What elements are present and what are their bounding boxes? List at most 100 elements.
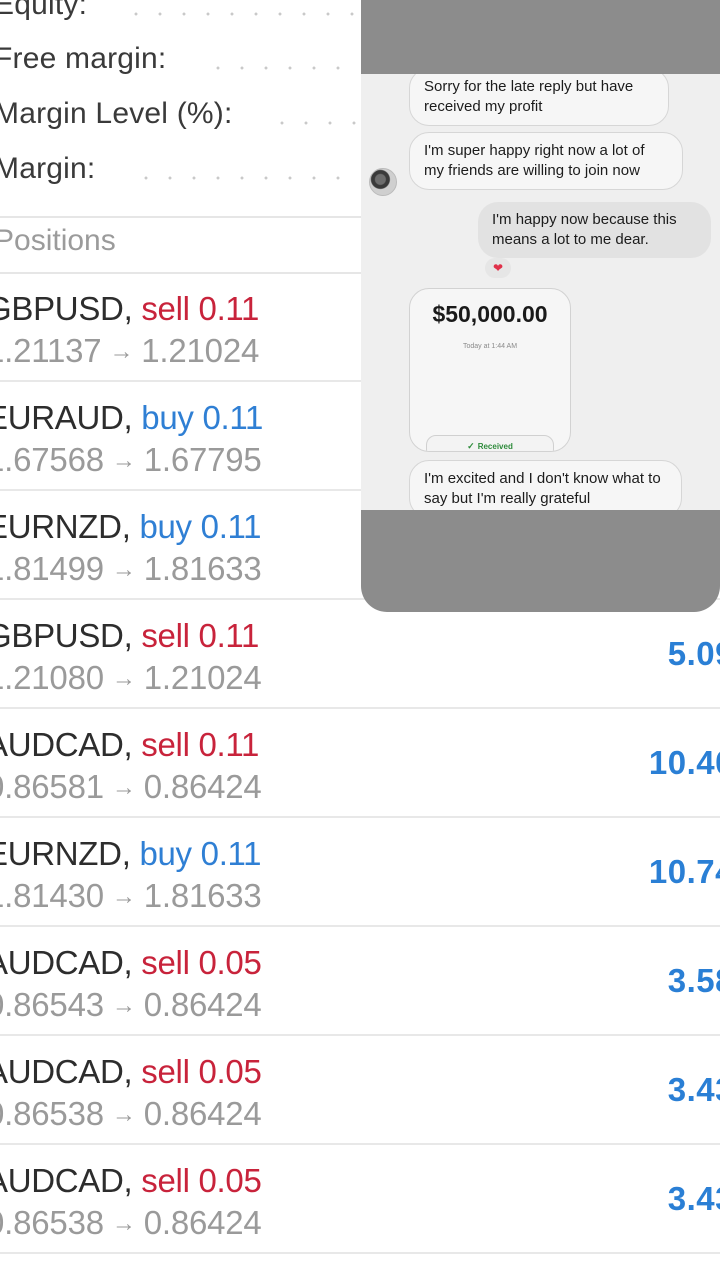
chat-conversation: Sorry for the late reply but have receiv… (361, 74, 720, 510)
open-price: 1.67568 (0, 441, 104, 478)
position-profit: 5.09 (667, 635, 720, 672)
position-row[interactable]: AUDCAD, sell 0.11 0.86581 → 0.86424 10.40 (0, 710, 720, 818)
position-prices: 0.86581 → 0.86424 (0, 768, 262, 806)
open-price: 1.21080 (0, 659, 104, 696)
position-prices: 1.81430 → 1.81633 (0, 877, 262, 915)
position-side: sell (141, 1053, 190, 1090)
check-icon: ✓ (467, 441, 475, 451)
position-volume: 0.05 (198, 1053, 262, 1090)
equity-row: Equity: (0, 0, 354, 28)
position-symbol: AUDCAD, (0, 1162, 133, 1199)
current-price: 1.81633 (143, 550, 262, 587)
free-margin-row: Free margin: (0, 42, 356, 82)
position-title: EURNZD, buy 0.11 (0, 508, 262, 546)
current-price: 1.81633 (143, 877, 262, 914)
position-title: EURAUD, buy 0.11 (0, 399, 263, 437)
payment-time: Today at 1:44 AM (462, 343, 518, 350)
position-volume: 0.11 (200, 835, 262, 872)
position-volume: 0.11 (202, 399, 264, 436)
positions-header: Positions (0, 224, 116, 257)
position-title: AUDCAD, sell 0.05 (0, 944, 262, 982)
open-price: 0.86538 (0, 1204, 104, 1241)
heart-reaction-icon: ❤ (485, 258, 511, 278)
position-title: EURNZD, buy 0.11 (0, 835, 262, 873)
open-price: 0.86543 (0, 986, 104, 1023)
current-price: 0.86424 (143, 1095, 262, 1132)
position-prices: 1.21137 → 1.21024 (0, 332, 259, 370)
position-title: AUDCAD, sell 0.05 (0, 1053, 262, 1091)
position-row[interactable]: AUDCAD, sell 0.05 0.86538 → 0.86424 3.43 (0, 1146, 720, 1254)
position-symbol: EURAUD, (0, 399, 133, 436)
position-prices: 1.81499 → 1.81633 (0, 550, 262, 588)
chat-screenshot-overlay: Sorry for the late reply but have receiv… (361, 0, 720, 612)
arrow-right-icon: → (111, 447, 136, 474)
free-margin-dots (206, 66, 356, 70)
arrow-right-icon: → (111, 556, 136, 583)
arrow-right-icon: → (111, 992, 136, 1019)
current-price: 0.86424 (143, 768, 262, 805)
payment-status: ✓ Received (426, 435, 554, 451)
position-row[interactable]: GBPUSD, sell 0.11 1.21080 → 1.21024 5.09 (0, 601, 720, 709)
equity-dots (124, 12, 354, 16)
position-side: sell (141, 1162, 190, 1199)
payment-card: $50,000.00 Today at 1:44 AM ✓ Received (409, 288, 571, 452)
position-prices: 0.86538 → 0.86424 (0, 1204, 262, 1242)
free-margin-label: Free margin: (0, 42, 167, 75)
current-price: 1.21024 (143, 659, 262, 696)
position-row[interactable]: AUDCAD, sell 0.05 0.86543 → 0.86424 3.58 (0, 928, 720, 1036)
arrow-right-icon: → (111, 1210, 136, 1237)
position-row[interactable]: EURNZD, buy 0.11 1.81430 → 1.81633 10.74 (0, 819, 720, 927)
margin-row: Margin: (0, 152, 356, 192)
position-volume: 0.05 (198, 944, 262, 981)
position-profit: 3.58 (667, 962, 720, 999)
arrow-right-icon: → (109, 338, 134, 365)
payment-status-label: Received (477, 442, 513, 451)
sender-avatar (369, 168, 397, 196)
margin-label: Margin: (0, 152, 96, 185)
payment-amount: $50,000.00 (432, 301, 548, 327)
arrow-right-icon: → (111, 774, 136, 801)
position-row[interactable]: AUDCAD, sell 0.05 0.86538 → 0.86424 3.43 (0, 1037, 720, 1145)
position-side: sell (141, 290, 190, 327)
current-price: 0.86424 (143, 1204, 262, 1241)
arrow-right-icon: → (111, 1101, 136, 1128)
margin-dots (134, 176, 356, 180)
position-title: GBPUSD, sell 0.11 (0, 617, 259, 655)
message-text: I'm excited and I don't know what to say… (424, 470, 661, 507)
position-side: sell (141, 944, 190, 981)
margin-level-row: Margin Level (%): (0, 97, 356, 137)
message-text: Sorry for the late reply but have receiv… (424, 78, 634, 115)
open-price: 0.86581 (0, 768, 104, 805)
position-profit: 10.74 (648, 853, 720, 890)
open-price: 1.81430 (0, 877, 104, 914)
position-symbol: AUDCAD, (0, 1053, 133, 1090)
position-title: AUDCAD, sell 0.11 (0, 726, 259, 764)
position-profit: 10.40 (648, 744, 720, 781)
position-side: sell (141, 726, 190, 763)
position-prices: 1.67568 → 1.67795 (0, 441, 262, 479)
position-symbol: GBPUSD, (0, 290, 133, 327)
position-volume: 0.11 (198, 726, 260, 763)
position-profit: 3.43 (667, 1180, 720, 1217)
current-price: 0.86424 (143, 986, 262, 1023)
arrow-right-icon: → (111, 665, 136, 692)
position-side: buy (139, 835, 192, 872)
current-price: 1.21024 (141, 332, 260, 369)
position-prices: 0.86538 → 0.86424 (0, 1095, 262, 1133)
position-profit: 3.43 (667, 1071, 720, 1108)
position-side: buy (141, 399, 194, 436)
open-price: 0.86538 (0, 1095, 104, 1132)
message-text: I'm super happy right now a lot of my fr… (424, 142, 645, 179)
current-price: 1.67795 (143, 441, 262, 478)
position-symbol: EURNZD, (0, 835, 131, 872)
incoming-message: Sorry for the late reply but have receiv… (409, 74, 669, 126)
open-price: 1.81499 (0, 550, 104, 587)
position-title: GBPUSD, sell 0.11 (0, 290, 259, 328)
position-side: sell (141, 617, 190, 654)
position-prices: 0.86543 → 0.86424 (0, 986, 262, 1024)
incoming-message: I'm super happy right now a lot of my fr… (409, 132, 683, 190)
incoming-message: I'm excited and I don't know what to say… (409, 460, 682, 510)
open-price: 1.21137 (0, 332, 102, 369)
position-symbol: AUDCAD, (0, 726, 133, 763)
position-symbol: EURNZD, (0, 508, 131, 545)
